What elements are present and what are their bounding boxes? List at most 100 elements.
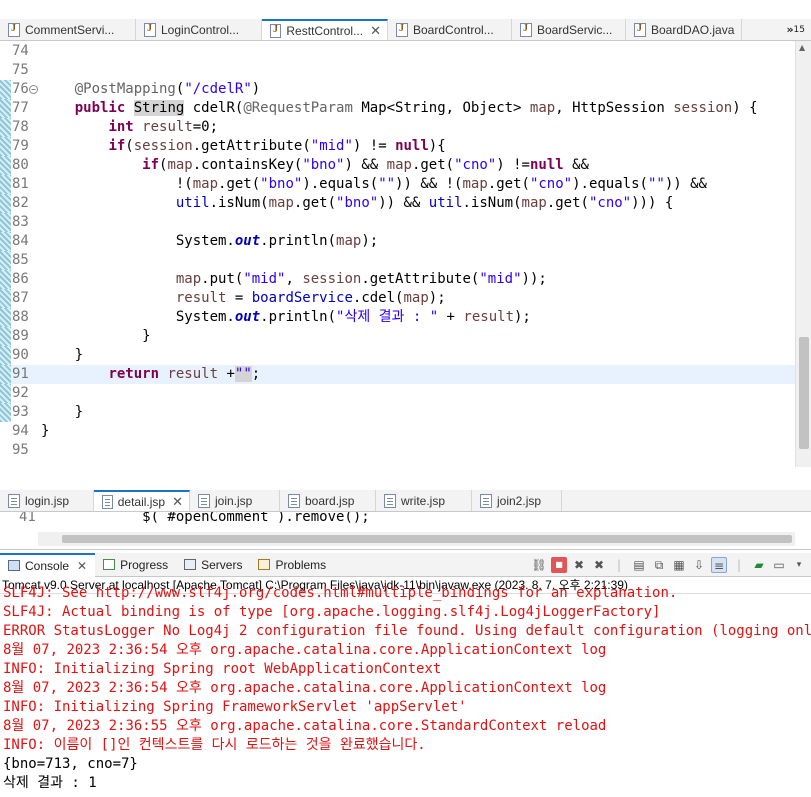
close-icon[interactable]: ✕: [77, 559, 87, 573]
code-line: 79 if(session.getAttribute("mid") != nul…: [0, 137, 795, 156]
tab-join2-jsp[interactable]: join2.jsp: [472, 490, 562, 511]
scrollbar-thumb[interactable]: [799, 337, 809, 449]
line-number: 80: [12, 157, 29, 173]
change-marker: [0, 346, 11, 365]
fold-toggle-icon[interactable]: −: [29, 85, 38, 94]
tab-problems[interactable]: Problems: [250, 553, 334, 577]
tab-detail-jsp[interactable]: detail.jsp ✕: [94, 490, 190, 511]
code-line: 80 if(map.containsKey("bno") && map.get(…: [0, 156, 795, 175]
line-source: }: [41, 404, 84, 420]
change-marker: [0, 422, 11, 441]
code-line: 84 System.out.println(map);: [0, 232, 795, 251]
tab-board-jsp[interactable]: board.jsp: [280, 490, 376, 511]
tab-boardcontrol[interactable]: BoardControl...: [388, 19, 512, 40]
terminate-icon[interactable]: ■: [551, 556, 567, 573]
code-line: 78 int result=0;: [0, 118, 795, 137]
line-number: 93: [12, 404, 29, 420]
tab-logincontrol[interactable]: LoginControl...: [136, 19, 262, 40]
tab-label: CommentServi...: [25, 22, 115, 37]
code-line: 76− @PostMapping("/cdelR"): [0, 80, 795, 99]
code-line: 91 return result +"";: [0, 365, 795, 384]
pin-console-icon[interactable]: ▰: [751, 557, 767, 573]
view-menu-icon[interactable]: ▾: [791, 557, 807, 573]
tab-join-jsp[interactable]: join.jsp: [190, 490, 280, 511]
change-marker: [0, 289, 11, 308]
remove-launch-icon[interactable]: ✖: [571, 557, 587, 573]
console-tab-bar: Console ✕ Progress Servers Problems ⛓ ■ …: [0, 552, 811, 577]
tab-console[interactable]: Console ✕: [0, 552, 96, 577]
tab-write-jsp[interactable]: write.jsp: [376, 490, 472, 511]
change-marker: [0, 327, 11, 346]
line-number: 89: [12, 328, 29, 344]
console-line: SLF4J: Actual binding is of type [org.ap…: [3, 604, 661, 620]
change-marker: [0, 137, 11, 156]
console-line: {bno=713, cno=7}: [3, 756, 138, 772]
change-marker: [0, 270, 11, 289]
copy-icon[interactable]: ⧉: [651, 557, 667, 573]
jsp-file-icon: [288, 493, 300, 508]
close-icon[interactable]: ✕: [370, 23, 381, 39]
tab-label: detail.jsp: [117, 494, 166, 509]
java-file-icon: [8, 22, 20, 37]
tab-label: write.jsp: [401, 493, 446, 508]
line-source: }: [41, 328, 151, 344]
editor-vertical-scrollbar[interactable]: ▲: [795, 41, 811, 467]
tab-label: BoardDAO.java: [651, 22, 735, 37]
tab-servers[interactable]: Servers: [176, 553, 250, 577]
line-number: 94: [12, 423, 29, 439]
scroll-up-icon[interactable]: ▲: [799, 43, 805, 52]
disconnect-icon[interactable]: ⛓: [531, 557, 547, 573]
tab-label: join2.jsp: [497, 493, 542, 508]
paste-icon[interactable]: ▦: [671, 557, 687, 573]
console-line: 삭제 결과 : 1: [3, 775, 97, 791]
change-marker: [0, 308, 11, 327]
tab-boardservic[interactable]: BoardServic...: [512, 19, 626, 40]
line-number: 85: [12, 252, 29, 268]
line-source: int result=0;: [108, 119, 219, 135]
remove-all-terminated-icon[interactable]: ✖: [591, 557, 607, 573]
problems-icon: [258, 559, 271, 570]
tab-boarddao-java[interactable]: BoardDAO.java: [626, 19, 742, 40]
change-marker: [0, 441, 11, 460]
word-wrap-icon[interactable]: ≡: [711, 556, 727, 573]
code-line: 95: [0, 441, 795, 460]
code-line: 41 $( #openComment ).remove();: [0, 512, 795, 527]
scroll-lock-icon[interactable]: ⇩: [691, 557, 707, 573]
close-icon[interactable]: ✕: [172, 494, 183, 510]
more-tabs-button[interactable]: » 15: [780, 19, 811, 40]
code-line: 85: [0, 251, 795, 270]
console-toolbar: ⛓ ■ ✖ ✖ | ▤ ⧉ ▦ ⇩ ≡ | ▰ ▭ ▾: [531, 556, 811, 573]
scrollbar-thumb[interactable]: [62, 535, 792, 543]
jsp-file-icon: [198, 493, 210, 508]
tab-resttcontrol[interactable]: ResttControl... ✕: [262, 19, 388, 40]
line-source: System.out.println("삭제 결과 : " + result);: [41, 309, 531, 325]
java-code-editor[interactable]: ▲ ◀ ▶ 747576− @PostMapping("/cdelR")77 p…: [0, 41, 811, 467]
console-line: ERROR StatusLogger No Log4j 2 configurat…: [3, 623, 811, 639]
tab-progress[interactable]: Progress: [95, 553, 176, 577]
line-number: 83: [12, 214, 29, 230]
tab-label: ResttControl...: [286, 23, 364, 38]
line-number: 77: [12, 100, 29, 116]
console-line: 8월 07, 2023 2:36:54 오후 org.apache.catali…: [3, 642, 607, 658]
console-output[interactable]: SLF4J: See http://www.slf4j.org/codes.ht…: [0, 584, 811, 797]
jsp-tab-bar: login.jsp detail.jsp ✕ join.jsp board.jsp wri…: [0, 490, 811, 512]
tab-login-jsp[interactable]: login.jsp: [0, 490, 94, 511]
progress-icon: [103, 559, 116, 570]
change-marker: [0, 403, 11, 422]
jsp-file-icon: [102, 494, 113, 509]
clear-console-icon[interactable]: ▤: [631, 557, 647, 573]
code-line: 81 !(map.get("bno").equals("")) && !(map…: [0, 175, 795, 194]
jsp-file-icon: [480, 493, 492, 508]
jsp-code-editor[interactable]: 41 $( #openComment ).remove();: [0, 512, 811, 550]
line-number: 82: [12, 195, 29, 211]
tab-commentservi[interactable]: CommentServi...: [0, 19, 136, 40]
jsp-horizontal-scrollbar[interactable]: [38, 532, 795, 546]
change-marker: [0, 156, 11, 175]
line-source: result = boardService.cdel(map);: [175, 290, 446, 306]
line-source: }: [41, 347, 84, 363]
line-source: !(map.get("bno").equals("")) && !(map.ge…: [41, 176, 707, 192]
java-file-icon: [144, 22, 156, 37]
java-file-icon: [520, 22, 532, 37]
change-marker: [0, 175, 11, 194]
display-console-icon[interactable]: ▭: [771, 557, 787, 573]
